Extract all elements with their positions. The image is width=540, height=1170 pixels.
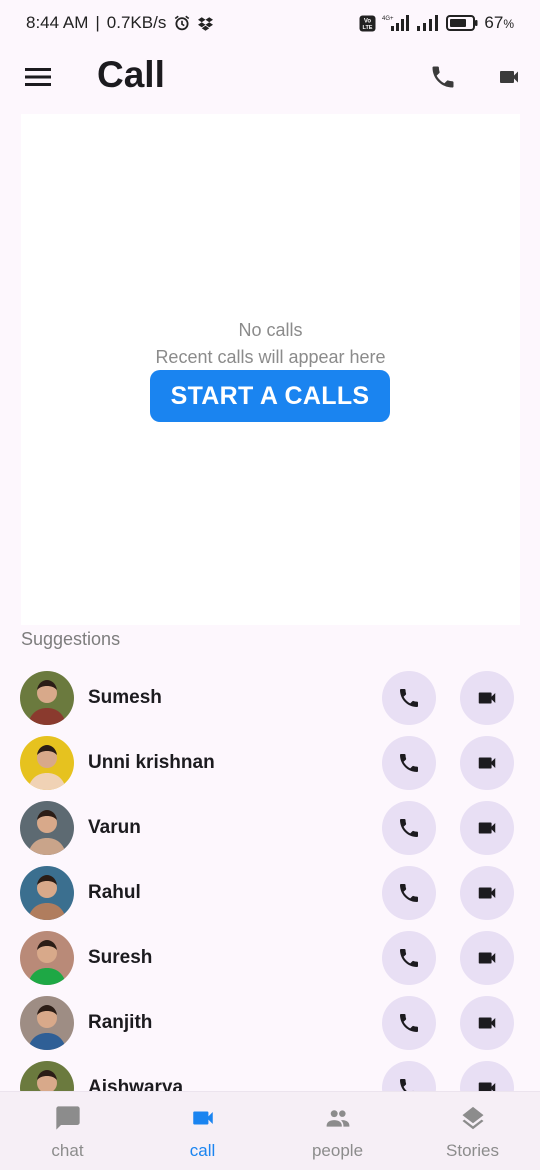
chat-icon <box>52 1104 84 1132</box>
contact-name: Sumesh <box>88 687 162 708</box>
phone-icon <box>400 1079 414 1091</box>
voice-call-button[interactable] <box>382 801 436 855</box>
signal-icon <box>416 14 440 32</box>
contact-name: Rahul <box>88 882 141 903</box>
status-left: 8:44 AM | 0.7KB/s <box>26 13 214 33</box>
avatar[interactable] <box>20 671 74 725</box>
voice-call-button[interactable] <box>382 736 436 790</box>
contact-name: Suresh <box>88 947 153 968</box>
suggestion-row[interactable]: Unni krishnan <box>0 730 540 795</box>
video-call-button[interactable] <box>460 931 514 985</box>
empty-calls-card: No calls Recent calls will appear here S… <box>21 114 520 625</box>
svg-text:LTE: LTE <box>363 25 373 31</box>
status-speed: 0.7KB/s <box>106 13 167 32</box>
nav-stories-label: Stories <box>446 1141 499 1160</box>
svg-text:Vo: Vo <box>364 18 372 24</box>
video-call-button[interactable] <box>460 801 514 855</box>
contact-name: Varun <box>88 817 141 838</box>
nav-stories[interactable]: Stories <box>405 1092 540 1170</box>
suggestion-row[interactable]: Varun <box>0 795 540 860</box>
contact-name: Aishwarya <box>88 1077 184 1091</box>
avatar[interactable] <box>20 931 74 985</box>
avatar[interactable] <box>20 996 74 1050</box>
status-bar: 8:44 AM | 0.7KB/s Vo LTE 4G+ 67% <box>0 0 540 46</box>
suggestion-list: Sumesh Unni krishnan Varun Rahul Suresh Ranji… <box>0 665 540 1091</box>
nav-call-label: call <box>189 1141 216 1160</box>
status-divider: | <box>95 13 100 32</box>
empty-subtitle: Recent calls will appear here <box>155 347 386 367</box>
people-icon <box>322 1104 354 1132</box>
alarm-icon <box>173 14 191 32</box>
nav-chat-label: chat <box>51 1141 84 1160</box>
empty-title: No calls <box>238 320 303 340</box>
appbar-call-button[interactable] <box>426 60 460 94</box>
videocam-icon <box>478 952 496 964</box>
avatar[interactable] <box>20 736 74 790</box>
avatar[interactable] <box>20 1061 74 1091</box>
nav-people[interactable]: people <box>270 1092 405 1170</box>
voice-call-button[interactable] <box>382 996 436 1050</box>
voice-call-button[interactable] <box>382 931 436 985</box>
page-title: Call <box>97 54 165 95</box>
videocam-icon <box>500 71 518 83</box>
suggestion-row[interactable]: Suresh <box>0 925 540 990</box>
voice-call-button[interactable] <box>382 866 436 920</box>
menu-button[interactable] <box>22 62 54 92</box>
phone-icon <box>400 884 418 902</box>
videocam-icon <box>187 1104 219 1132</box>
videocam-icon <box>478 1082 496 1091</box>
video-call-button[interactable] <box>460 1061 514 1091</box>
contact-name: Ranjith <box>88 1012 153 1033</box>
dropbox-icon <box>198 16 214 31</box>
suggestion-row[interactable]: Rahul <box>0 860 540 925</box>
status-time: 8:44 AM <box>26 13 89 32</box>
videocam-icon <box>478 1017 496 1029</box>
svg-text:4G+: 4G+ <box>382 16 394 22</box>
battery-percent: 67% <box>484 13 514 32</box>
nav-chat[interactable]: chat <box>0 1092 135 1170</box>
video-call-button[interactable] <box>460 996 514 1050</box>
voice-call-button[interactable] <box>382 1061 436 1091</box>
phone-icon <box>400 1014 418 1032</box>
app-bar: Call <box>0 46 540 108</box>
battery-icon <box>446 14 478 32</box>
video-call-button[interactable] <box>460 671 514 725</box>
bottom-nav: chat call people Stories <box>0 1091 540 1170</box>
phone-icon <box>400 689 418 707</box>
volte-icon: Vo LTE <box>359 15 376 32</box>
video-call-button[interactable] <box>460 866 514 920</box>
avatar[interactable] <box>20 866 74 920</box>
avatar[interactable] <box>20 801 74 855</box>
phone-icon <box>400 949 418 967</box>
suggestion-row[interactable]: Aishwarya <box>0 1055 540 1091</box>
suggestion-row[interactable]: Sumesh <box>0 665 540 730</box>
contact-name: Unni krishnan <box>88 752 215 773</box>
signal-4g-icon: 4G+ <box>382 14 410 32</box>
appbar-video-button[interactable] <box>492 60 526 94</box>
voice-call-button[interactable] <box>382 671 436 725</box>
videocam-icon <box>478 757 496 769</box>
start-call-button[interactable]: START A CALLS <box>150 370 390 422</box>
phone-icon <box>400 819 418 837</box>
nav-call[interactable]: call <box>135 1092 270 1170</box>
suggestion-row[interactable]: Ranjith <box>0 990 540 1055</box>
videocam-icon <box>478 887 496 899</box>
phone-icon <box>432 66 454 88</box>
call-screen: 8:44 AM | 0.7KB/s Vo LTE 4G+ 67% Call No… <box>0 0 540 1170</box>
status-right: Vo LTE 4G+ 67% <box>359 13 514 33</box>
suggestions-heading: Suggestions <box>21 629 121 649</box>
videocam-icon <box>478 822 496 834</box>
video-call-button[interactable] <box>460 736 514 790</box>
menu-icon <box>25 68 51 86</box>
phone-icon <box>400 754 418 772</box>
nav-people-label: people <box>311 1141 364 1160</box>
layers-icon <box>457 1104 489 1132</box>
videocam-icon <box>478 692 496 704</box>
